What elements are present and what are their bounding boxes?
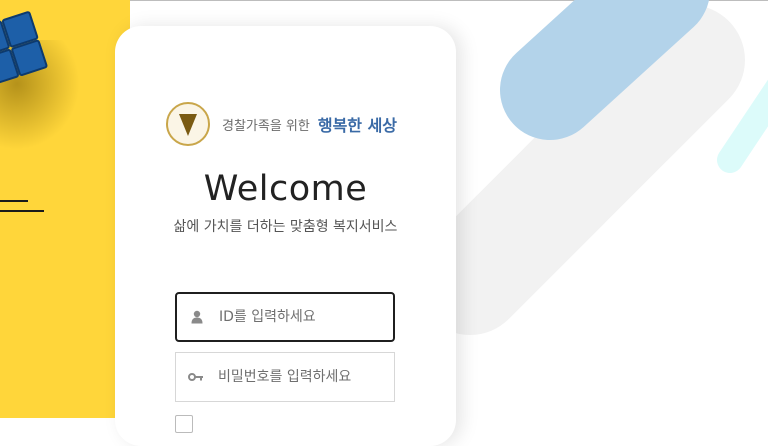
police-emblem-icon [166, 102, 210, 146]
left-yellow-panel [0, 0, 130, 418]
welcome-subtitle: 삶에 가치를 더하는 맞춤형 복지서비스 [173, 219, 398, 235]
brand-name: 행복한 세상 [317, 116, 398, 135]
password-field[interactable] [175, 352, 395, 402]
user-icon [177, 310, 217, 324]
id-field[interactable] [175, 292, 395, 342]
deco-blue-stripe [500, 0, 709, 140]
login-card: 경찰가족을 위한 행복한 세상 Welcome 삶에 가치를 더하는 맞춤형 복… [115, 26, 456, 446]
brand-header: 경찰가족을 위한 행복한 세상 [166, 102, 397, 146]
brand-tagline: 경찰가족을 위한 [222, 118, 310, 134]
key-icon [176, 372, 216, 382]
welcome-title: Welcome [203, 169, 368, 209]
id-input[interactable] [217, 308, 381, 326]
password-input[interactable] [216, 368, 380, 386]
deco-gray-stripe [415, 5, 745, 335]
deco-cyan-stripe [717, 79, 768, 173]
